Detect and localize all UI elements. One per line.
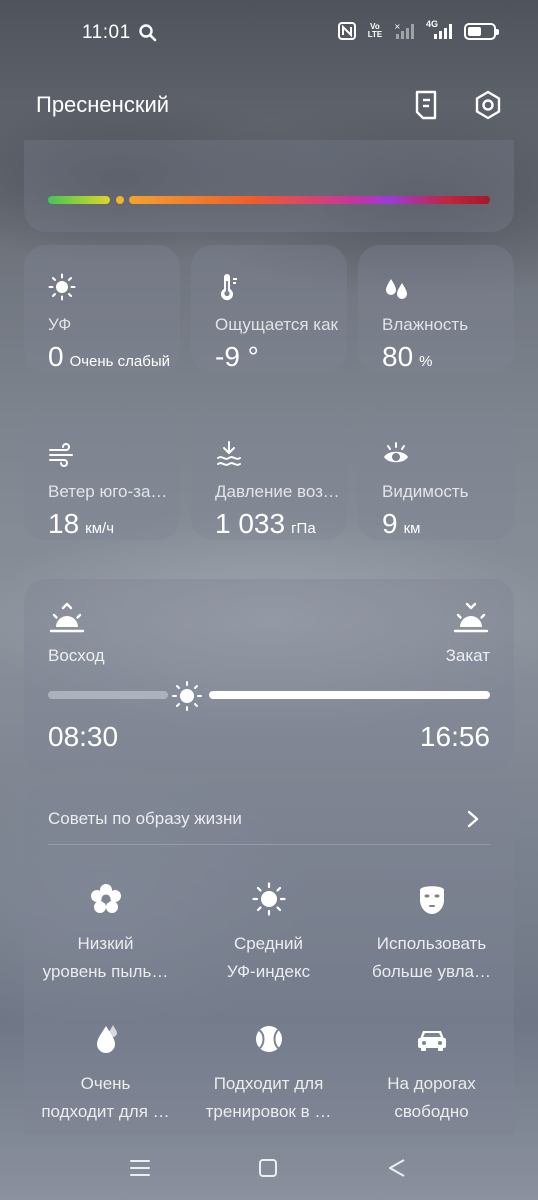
document-icon <box>415 90 437 120</box>
sunset-icon <box>453 602 489 633</box>
uv-unit: Очень слабый <box>69 353 171 370</box>
home-button[interactable] <box>256 1156 280 1180</box>
sunrise-icon <box>49 602 85 633</box>
visibility-tile[interactable]: Видимость 9 км <box>358 412 514 540</box>
lifestyle-item-car-wash[interactable]: Очень подходит для … <box>24 1022 187 1126</box>
air-quality-card[interactable] <box>24 140 514 232</box>
lifestyle-item-traffic[interactable]: На дорогах свободно <box>350 1022 513 1126</box>
chevron-right-icon[interactable] <box>466 809 480 829</box>
signal-sim2: 4G <box>426 19 454 40</box>
signal-sim2-icon <box>434 24 452 39</box>
recent-apps-button[interactable] <box>128 1156 152 1180</box>
nfc-icon <box>338 22 356 40</box>
pressure-label: Давление воздуха <box>215 482 341 501</box>
humidity-value-wrap: 80% <box>382 341 510 373</box>
drop-icon <box>96 1025 117 1053</box>
face-mask-icon <box>419 886 444 914</box>
daylight-remaining-track <box>209 691 490 699</box>
flower-icon <box>90 884 121 913</box>
air-quality-scale <box>48 196 490 204</box>
visibility-label: Видимость <box>382 482 469 501</box>
volte-bottom-label: LTE <box>367 30 383 39</box>
location-title[interactable]: Пресненский <box>36 92 169 118</box>
air-quality-segment-good <box>48 196 110 204</box>
status-time: 11:01 <box>82 22 131 43</box>
pressure-unit: гПа <box>291 520 316 537</box>
feels-like-value: -9 ° <box>215 341 259 372</box>
humidity-unit: % <box>419 353 433 370</box>
air-quality-segment-bad <box>129 196 490 204</box>
divider <box>48 844 490 845</box>
visibility-value-wrap: 9 км <box>382 508 510 540</box>
wind-value: 18 <box>48 508 80 539</box>
feels-like-tile[interactable]: Ощущается как -9 ° <box>191 245 347 373</box>
status-bar: 11:01 Vo LTE × 4G <box>0 0 538 68</box>
sunset-time: 16:56 <box>419 721 490 752</box>
visibility-unit: км <box>403 520 421 537</box>
gear-icon <box>475 90 501 120</box>
lifestyle-item-text: Низкий уровень пыль… <box>42 934 169 981</box>
humidity-value: 80 <box>382 341 414 372</box>
pressure-icon <box>217 441 241 466</box>
lifestyle-item-pollen[interactable]: Низкий уровень пыль… <box>24 882 187 986</box>
humidity-label: Влажность <box>382 315 469 334</box>
back-button[interactable] <box>385 1156 409 1180</box>
uv-value-wrap: 0 Очень слабый <box>48 341 176 373</box>
thermometer-icon <box>221 274 237 301</box>
lifestyle-item-text: Средний УФ-индекс <box>226 934 311 981</box>
lifestyle-item-uv[interactable]: Средний УФ-индекс <box>187 882 350 986</box>
sunrise-sunset-card[interactable]: Восход Закат 08:30 16:56 <box>24 579 514 772</box>
search-icon <box>139 24 157 42</box>
lifestyle-item-sport[interactable]: Подходит для тренировок в … <box>187 1022 350 1126</box>
signal-sim1-icon: × <box>394 22 414 39</box>
lifestyle-item-text: Использовать больше увла… <box>372 934 491 981</box>
uv-label: УФ <box>48 315 72 334</box>
lifestyle-item-moisturize[interactable]: Использовать больше увла… <box>350 882 513 986</box>
droplets-icon <box>386 279 407 299</box>
pressure-value: 1 033 <box>215 508 286 539</box>
uv-value: 0 <box>48 341 64 372</box>
sun-icon <box>251 882 286 916</box>
wind-label: Ветер юго-западный <box>48 482 174 501</box>
pressure-value-wrap: 1 033 гПа <box>215 508 343 540</box>
svg-text:×: × <box>394 22 401 31</box>
car-icon <box>417 1031 446 1051</box>
lifestyle-title[interactable]: Советы по образу жизни <box>48 809 242 829</box>
battery-icon <box>464 22 499 40</box>
lifestyle-item-text: Подходит для тренировок в … <box>205 1074 332 1121</box>
sun-position-icon <box>172 681 202 711</box>
volte-icon: Vo LTE <box>366 23 384 39</box>
humidity-tile[interactable]: Влажность 80% <box>358 245 514 373</box>
lifestyle-item-text: Очень подходит для … <box>41 1074 170 1121</box>
feels-like-value-wrap: -9 ° <box>215 341 343 373</box>
wind-icon <box>49 443 73 467</box>
ball-icon <box>255 1026 282 1052</box>
air-quality-marker <box>116 196 124 204</box>
visibility-value: 9 <box>382 508 398 539</box>
feels-like-label: Ощущается как <box>215 315 338 334</box>
daylight-elapsed-track <box>48 691 168 699</box>
lifestyle-item-text: На дорогах свободно <box>387 1074 476 1121</box>
sun-icon <box>48 273 76 301</box>
city-list-button[interactable] <box>410 88 442 122</box>
lifestyle-tips-card: Советы по образу жизни Низкий уровень пы… <box>24 785 514 1135</box>
sunrise-label: Восход <box>48 646 105 665</box>
eye-icon <box>384 442 408 463</box>
sunset-label: Закат <box>445 646 490 665</box>
system-navigation-bar <box>0 1140 538 1200</box>
app-header: Пресненский <box>0 80 538 130</box>
uv-tile[interactable]: УФ 0 Очень слабый <box>24 245 180 373</box>
sunrise-time: 08:30 <box>48 721 119 752</box>
wind-unit: км/ч <box>85 520 115 537</box>
settings-button[interactable] <box>472 88 504 122</box>
wind-value-wrap: 18 км/ч <box>48 508 176 540</box>
status-icons: Vo LTE × 4G <box>338 19 499 40</box>
pressure-tile[interactable]: Давление воздуха 1 033 гПа <box>191 412 347 540</box>
wind-tile[interactable]: Ветер юго-западный 18 км/ч <box>24 412 180 540</box>
